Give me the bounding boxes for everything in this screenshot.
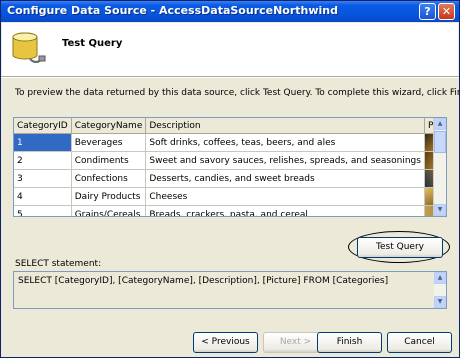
select-statement-text: SELECT [CategoryID], [CategoryName], [De…: [18, 276, 389, 286]
cell-description[interactable]: Cheeses: [145, 187, 425, 206]
scroll-down-arrow-icon[interactable]: ▼: [434, 204, 446, 216]
sql-vertical-scrollbar[interactable]: ▲ ▼: [434, 272, 446, 308]
wizard-title: Test Query: [62, 38, 123, 49]
cell-category-name[interactable]: Condiments: [71, 151, 147, 170]
results-grid[interactable]: CategoryID CategoryName Description Pict…: [13, 117, 447, 217]
table-row[interactable]: 2 Condiments Sweet and savory sauces, re…: [14, 151, 446, 170]
table-row[interactable]: 5 Grains/Cereals Breads, crackers, pasta…: [14, 205, 446, 216]
cell-category-name[interactable]: Confections: [71, 169, 147, 188]
cell-category-name[interactable]: Grains/Cereals: [71, 205, 147, 216]
table-row[interactable]: 4 Dairy Products Cheeses: [14, 187, 446, 206]
wizard-header: Test Query: [2, 23, 458, 76]
finish-button[interactable]: Finish: [317, 332, 382, 353]
cell-description[interactable]: Breads, crackers, pasta, and cereal: [145, 205, 425, 216]
column-header[interactable]: CategoryName: [71, 118, 147, 134]
column-header[interactable]: CategoryID: [14, 118, 72, 134]
grid-vertical-scrollbar[interactable]: ▲ ▼: [433, 118, 446, 216]
scroll-down-arrow-icon[interactable]: ▼: [434, 296, 446, 308]
scroll-up-arrow-icon[interactable]: ▲: [434, 272, 446, 284]
database-icon: [12, 32, 46, 63]
intro-text: To preview the data returned by this dat…: [15, 88, 460, 98]
cell-category-name[interactable]: Dairy Products: [71, 187, 147, 206]
cell-category-id[interactable]: 3: [14, 169, 72, 188]
header-divider: [1, 76, 459, 78]
close-icon: ✕: [441, 5, 452, 18]
cancel-button[interactable]: Cancel: [387, 332, 452, 353]
column-header[interactable]: Description: [145, 118, 425, 134]
close-button[interactable]: ✕: [438, 3, 455, 20]
test-query-button[interactable]: Test Query: [357, 237, 443, 258]
window-title: Configure Data Source - AccessDataSource…: [7, 4, 339, 17]
cell-category-id[interactable]: 2: [14, 151, 72, 170]
header-row: CategoryID CategoryName Description Pict…: [14, 118, 446, 134]
previous-button[interactable]: < Previous: [193, 332, 258, 353]
cell-category-id[interactable]: 5: [14, 205, 72, 216]
help-icon: ?: [424, 5, 431, 18]
table-row[interactable]: 3 Confections Desserts, candies, and swe…: [14, 169, 446, 188]
table-row[interactable]: 1 Beverages Soft drinks, coffees, teas, …: [14, 133, 446, 152]
select-statement-label: SELECT statement:: [15, 259, 102, 269]
title-bar[interactable]: Configure Data Source - AccessDataSource…: [1, 1, 459, 22]
cell-category-id[interactable]: 1: [14, 133, 72, 152]
dialog-window: Configure Data Source - AccessDataSource…: [0, 0, 460, 358]
cell-category-id[interactable]: 4: [14, 187, 72, 206]
cell-description[interactable]: Soft drinks, coffees, teas, beers, and a…: [145, 133, 425, 152]
scroll-thumb[interactable]: [434, 131, 446, 153]
select-statement-box[interactable]: SELECT [CategoryID], [CategoryName], [De…: [13, 271, 447, 309]
help-button[interactable]: ?: [419, 3, 436, 20]
scroll-up-arrow-icon[interactable]: ▲: [434, 118, 446, 130]
cell-category-name[interactable]: Beverages: [71, 133, 147, 152]
cell-description[interactable]: Sweet and savory sauces, relishes, sprea…: [145, 151, 425, 170]
results-table: CategoryID CategoryName Description Pict…: [14, 118, 446, 216]
cell-description[interactable]: Desserts, candies, and sweet breads: [145, 169, 425, 188]
